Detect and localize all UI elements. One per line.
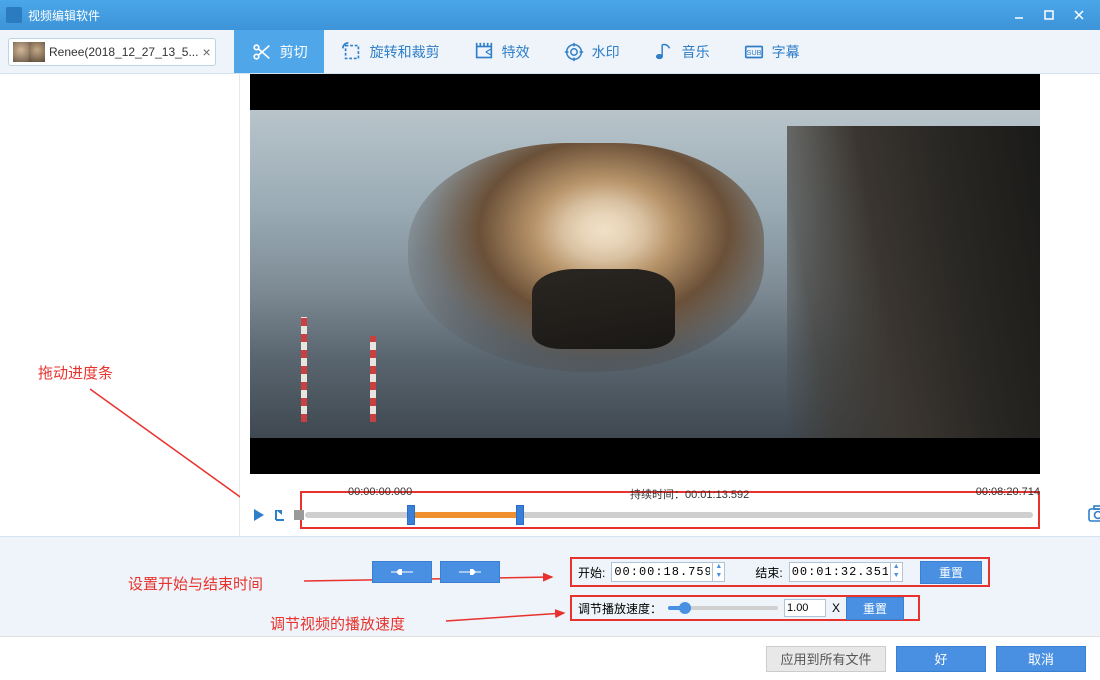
music-icon xyxy=(652,40,676,64)
tab-label: 水印 xyxy=(592,42,620,62)
effects-icon xyxy=(472,40,496,64)
speed-unit: X xyxy=(832,601,840,615)
tab-label: 特效 xyxy=(502,42,530,62)
speed-label: 调节播放速度： xyxy=(578,600,662,617)
timeline-track[interactable] xyxy=(305,512,1033,518)
apply-all-button[interactable]: 应用到所有文件 xyxy=(766,646,886,672)
file-thumbnail xyxy=(13,42,45,62)
video-preview[interactable] xyxy=(250,74,1040,474)
set-start-button[interactable] xyxy=(372,561,432,583)
start-time-input[interactable]: ▲▼ xyxy=(611,562,725,582)
speed-row: 调节播放速度： X 重置 xyxy=(570,595,920,621)
minimize-button[interactable] xyxy=(1004,5,1034,25)
set-end-button[interactable] xyxy=(440,561,500,583)
spin-up-icon[interactable]: ▲ xyxy=(712,563,724,572)
timeline-selection xyxy=(407,512,516,518)
speed-slider-thumb[interactable] xyxy=(679,602,691,614)
annotation-drag: 拖动进度条 xyxy=(38,362,113,383)
sidebar: 拖动进度条 xyxy=(0,74,240,580)
end-label: 结束: xyxy=(755,564,782,581)
title-bar: 视频编辑软件 xyxy=(0,0,1100,30)
reset-speed-button[interactable]: 重置 xyxy=(846,597,904,620)
timeline-end-handle[interactable] xyxy=(516,505,524,525)
reset-time-button[interactable]: 重置 xyxy=(920,561,982,584)
goto-start-button[interactable] xyxy=(270,506,288,524)
tab-label: 音乐 xyxy=(682,42,710,62)
file-name: Renee(2018_12_27_13_5... xyxy=(49,45,198,59)
play-button[interactable] xyxy=(250,506,268,524)
tab-watermark[interactable]: 水印 xyxy=(546,30,636,73)
tab-rotate-crop[interactable]: 旋转和裁剪 xyxy=(324,30,456,73)
tab-label: 剪切 xyxy=(280,42,308,62)
scissors-icon xyxy=(250,40,274,64)
tab-label: 字幕 xyxy=(772,42,800,62)
watermark-icon xyxy=(562,40,586,64)
controls-panel: 设置开始与结束时间 调节视频的播放速度 开始: ▲▼ 结束: ▲▼ 重置 调节播… xyxy=(0,536,1100,636)
spin-down-icon[interactable]: ▼ xyxy=(712,572,724,581)
footer: 应用到所有文件 好 取消 xyxy=(0,636,1100,680)
tab-cut[interactable]: 剪切 xyxy=(234,30,324,73)
tab-effects[interactable]: 特效 xyxy=(456,30,546,73)
spin-down-icon[interactable]: ▼ xyxy=(890,572,902,581)
start-label: 开始: xyxy=(578,564,605,581)
annotation-settime: 设置开始与结束时间 xyxy=(128,573,263,594)
app-icon xyxy=(6,7,22,23)
cancel-button[interactable]: 取消 xyxy=(996,646,1086,672)
video-frame xyxy=(250,110,1040,438)
timeline-start-handle[interactable] xyxy=(407,505,415,525)
ok-button[interactable]: 好 xyxy=(896,646,986,672)
maximize-button[interactable] xyxy=(1034,5,1064,25)
speed-value-input[interactable] xyxy=(784,599,826,617)
tab-music[interactable]: 音乐 xyxy=(636,30,726,73)
annotation-speed: 调节视频的播放速度 xyxy=(270,613,405,634)
spin-up-icon[interactable]: ▲ xyxy=(890,563,902,572)
tab-label: 旋转和裁剪 xyxy=(370,42,440,62)
timeline-start-time: 00:00:00.000 xyxy=(348,486,412,498)
close-button[interactable] xyxy=(1064,5,1094,25)
svg-text:SUB: SUB xyxy=(746,47,761,56)
end-time-input[interactable]: ▲▼ xyxy=(789,562,903,582)
tab-subtitle[interactable]: SUB 字幕 xyxy=(726,30,816,73)
snapshot-button[interactable] xyxy=(1088,504,1100,524)
app-title: 视频编辑软件 xyxy=(28,7,1004,24)
end-time-field[interactable] xyxy=(790,565,890,579)
toolbar: Renee(2018_12_27_13_5... × 剪切 旋转和裁剪 特效 水… xyxy=(0,30,1100,74)
rotate-crop-icon xyxy=(340,40,364,64)
content: 00:00:00.000 持续时间：00:01:13.592 00:08:20.… xyxy=(240,74,1100,580)
file-close-icon[interactable]: × xyxy=(202,44,210,60)
start-time-field[interactable] xyxy=(612,565,712,579)
timeline-duration: 持续时间：00:01:13.592 xyxy=(630,486,749,502)
file-tab[interactable]: Renee(2018_12_27_13_5... × xyxy=(8,38,216,66)
tool-tabs: 剪切 旋转和裁剪 特效 水印 音乐 SUB 字幕 xyxy=(234,30,816,73)
speed-slider[interactable] xyxy=(668,606,778,610)
timeline-total-time: 00:08:20.714 xyxy=(976,486,1040,498)
start-end-row: 开始: ▲▼ 结束: ▲▼ 重置 xyxy=(570,557,990,587)
subtitle-icon: SUB xyxy=(742,40,766,64)
